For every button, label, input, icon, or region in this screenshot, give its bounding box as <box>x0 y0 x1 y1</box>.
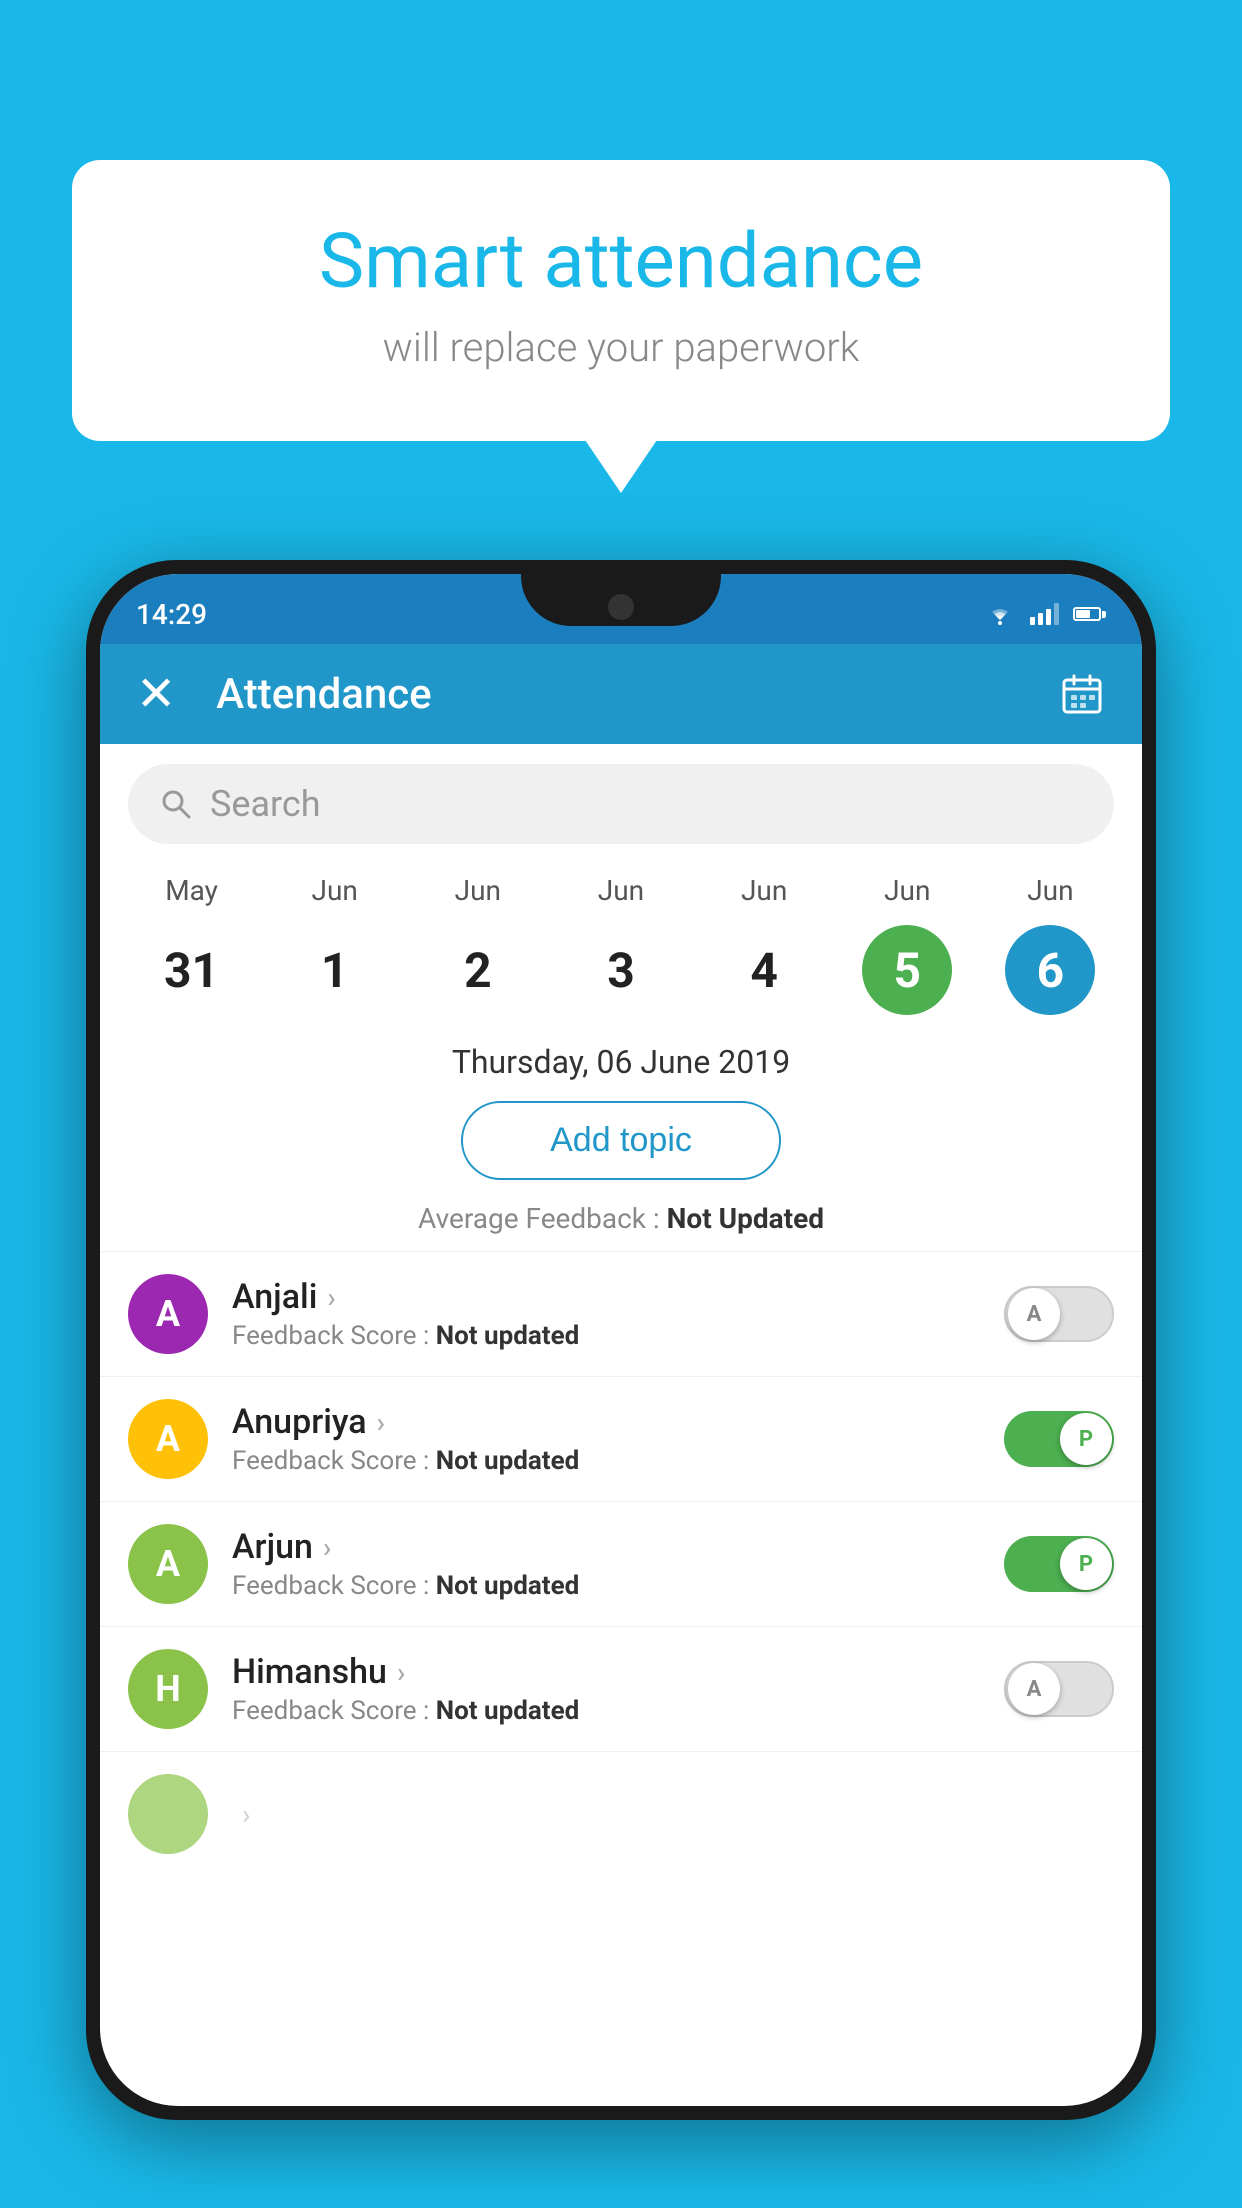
signal-bars-icon <box>1030 603 1059 625</box>
app-bar: ✕ Attendance <box>100 644 1142 744</box>
chevron-right-icon: › <box>377 1406 385 1439</box>
student-name-arjun: Arjun › <box>232 1527 1004 1567</box>
toggle-himanshu[interactable]: A <box>1004 1661 1114 1717</box>
student-item-anjali[interactable]: A Anjali › Feedback Score : Not updated … <box>100 1251 1142 1376</box>
phone-camera <box>608 594 634 620</box>
average-feedback-value: Not Updated <box>667 1202 824 1235</box>
cal-date-3: 3 <box>576 925 666 1015</box>
speech-bubble: Smart attendance will replace your paper… <box>72 160 1170 441</box>
student-name-anjali: Anjali › <box>232 1277 1004 1317</box>
average-feedback-label: Average Feedback : <box>418 1202 660 1235</box>
chevron-right-icon: › <box>397 1656 405 1689</box>
cal-date-col-1[interactable]: 1 <box>270 925 400 1015</box>
student-name-himanshu: Himanshu › <box>232 1652 1004 1692</box>
app-bar-title: Attendance <box>216 670 1058 719</box>
student-info-himanshu: Himanshu › Feedback Score : Not updated <box>232 1652 1004 1726</box>
cal-col-4[interactable]: Jun <box>699 874 829 917</box>
avatar-partial <box>128 1774 208 1854</box>
student-feedback-arjun: Feedback Score : Not updated <box>232 1571 1004 1601</box>
cal-col-5[interactable]: Jun <box>842 874 972 917</box>
cal-date-col-6[interactable]: 6 <box>985 925 1115 1015</box>
student-info-arjun: Arjun › Feedback Score : Not updated <box>232 1527 1004 1601</box>
cal-col-3[interactable]: Jun <box>556 874 686 917</box>
phone-notch <box>521 574 721 626</box>
cal-date-1: 1 <box>290 925 380 1015</box>
student-feedback-himanshu: Feedback Score : Not updated <box>232 1696 1004 1726</box>
search-container: Search <box>100 744 1142 854</box>
speech-bubble-title: Smart attendance <box>152 220 1090 304</box>
cal-date-col-3[interactable]: 3 <box>556 925 686 1015</box>
close-button[interactable]: ✕ <box>136 670 176 718</box>
cal-date-col-2[interactable]: 2 <box>413 925 543 1015</box>
student-item-himanshu[interactable]: H Himanshu › Feedback Score : Not update… <box>100 1626 1142 1751</box>
battery-icon <box>1073 607 1106 621</box>
cal-date-5-today: 5 <box>862 925 952 1015</box>
cal-month-1: Jun <box>312 874 358 907</box>
status-icons <box>984 602 1106 626</box>
selected-date-label: Thursday, 06 June 2019 <box>100 1025 1142 1091</box>
search-icon <box>158 786 194 822</box>
chevron-right-icon: › <box>242 1798 250 1831</box>
cal-date-col-4[interactable]: 4 <box>699 925 829 1015</box>
cal-month-0: May <box>165 874 218 907</box>
student-info-partial: › <box>232 1798 1114 1831</box>
toggle-anjali[interactable]: A <box>1004 1286 1114 1342</box>
chevron-right-icon: › <box>327 1281 335 1314</box>
calendar-strip: May Jun Jun Jun Jun Jun <box>100 854 1142 1025</box>
cal-month-4: Jun <box>741 874 787 907</box>
cal-month-3: Jun <box>598 874 644 907</box>
student-item-anupriya[interactable]: A Anupriya › Feedback Score : Not update… <box>100 1376 1142 1501</box>
student-list: A Anjali › Feedback Score : Not updated … <box>100 1251 1142 1876</box>
cal-month-5: Jun <box>884 874 930 907</box>
search-bar[interactable]: Search <box>128 764 1114 844</box>
toggle-anupriya[interactable]: P <box>1004 1411 1114 1467</box>
student-info-anupriya: Anupriya › Feedback Score : Not updated <box>232 1402 1004 1476</box>
phone-screen: 14:29 <box>100 574 1142 2106</box>
calendar-dates-row: 31 1 2 3 4 5 <box>120 925 1122 1015</box>
phone-frame: 14:29 <box>86 560 1156 2208</box>
cal-date-col-5[interactable]: 5 <box>842 925 972 1015</box>
speech-bubble-subtitle: will replace your paperwork <box>152 324 1090 371</box>
toggle-arjun[interactable]: P <box>1004 1536 1114 1592</box>
cal-date-6-selected: 6 <box>1005 925 1095 1015</box>
chevron-right-icon: › <box>323 1531 331 1564</box>
cal-date-31: 31 <box>147 925 237 1015</box>
student-name-anupriya: Anupriya › <box>232 1402 1004 1442</box>
student-name-partial: › <box>232 1798 1114 1831</box>
cal-date-4: 4 <box>719 925 809 1015</box>
avatar-arjun: A <box>128 1524 208 1604</box>
phone-body: 14:29 <box>86 560 1156 2120</box>
search-input[interactable]: Search <box>210 783 321 825</box>
cal-col-1[interactable]: Jun <box>270 874 400 917</box>
average-feedback: Average Feedback : Not Updated <box>100 1196 1142 1251</box>
student-item-arjun[interactable]: A Arjun › Feedback Score : Not updated P <box>100 1501 1142 1626</box>
student-info-anjali: Anjali › Feedback Score : Not updated <box>232 1277 1004 1351</box>
cal-date-col-0[interactable]: 31 <box>127 925 257 1015</box>
cal-col-6[interactable]: Jun <box>985 874 1115 917</box>
avatar-anjali: A <box>128 1274 208 1354</box>
avatar-himanshu: H <box>128 1649 208 1729</box>
avatar-anupriya: A <box>128 1399 208 1479</box>
cal-col-0[interactable]: May <box>127 874 257 917</box>
cal-month-2: Jun <box>455 874 501 907</box>
wifi-icon <box>984 602 1016 626</box>
cal-date-2: 2 <box>433 925 523 1015</box>
calendar-icon[interactable] <box>1058 670 1106 718</box>
cal-col-2[interactable]: Jun <box>413 874 543 917</box>
student-item-partial: › <box>100 1751 1142 1876</box>
student-feedback-anupriya: Feedback Score : Not updated <box>232 1446 1004 1476</box>
student-feedback-anjali: Feedback Score : Not updated <box>232 1321 1004 1351</box>
cal-month-6: Jun <box>1027 874 1073 907</box>
add-topic-button[interactable]: Add topic <box>461 1101 781 1180</box>
calendar-months-row: May Jun Jun Jun Jun Jun <box>120 874 1122 917</box>
